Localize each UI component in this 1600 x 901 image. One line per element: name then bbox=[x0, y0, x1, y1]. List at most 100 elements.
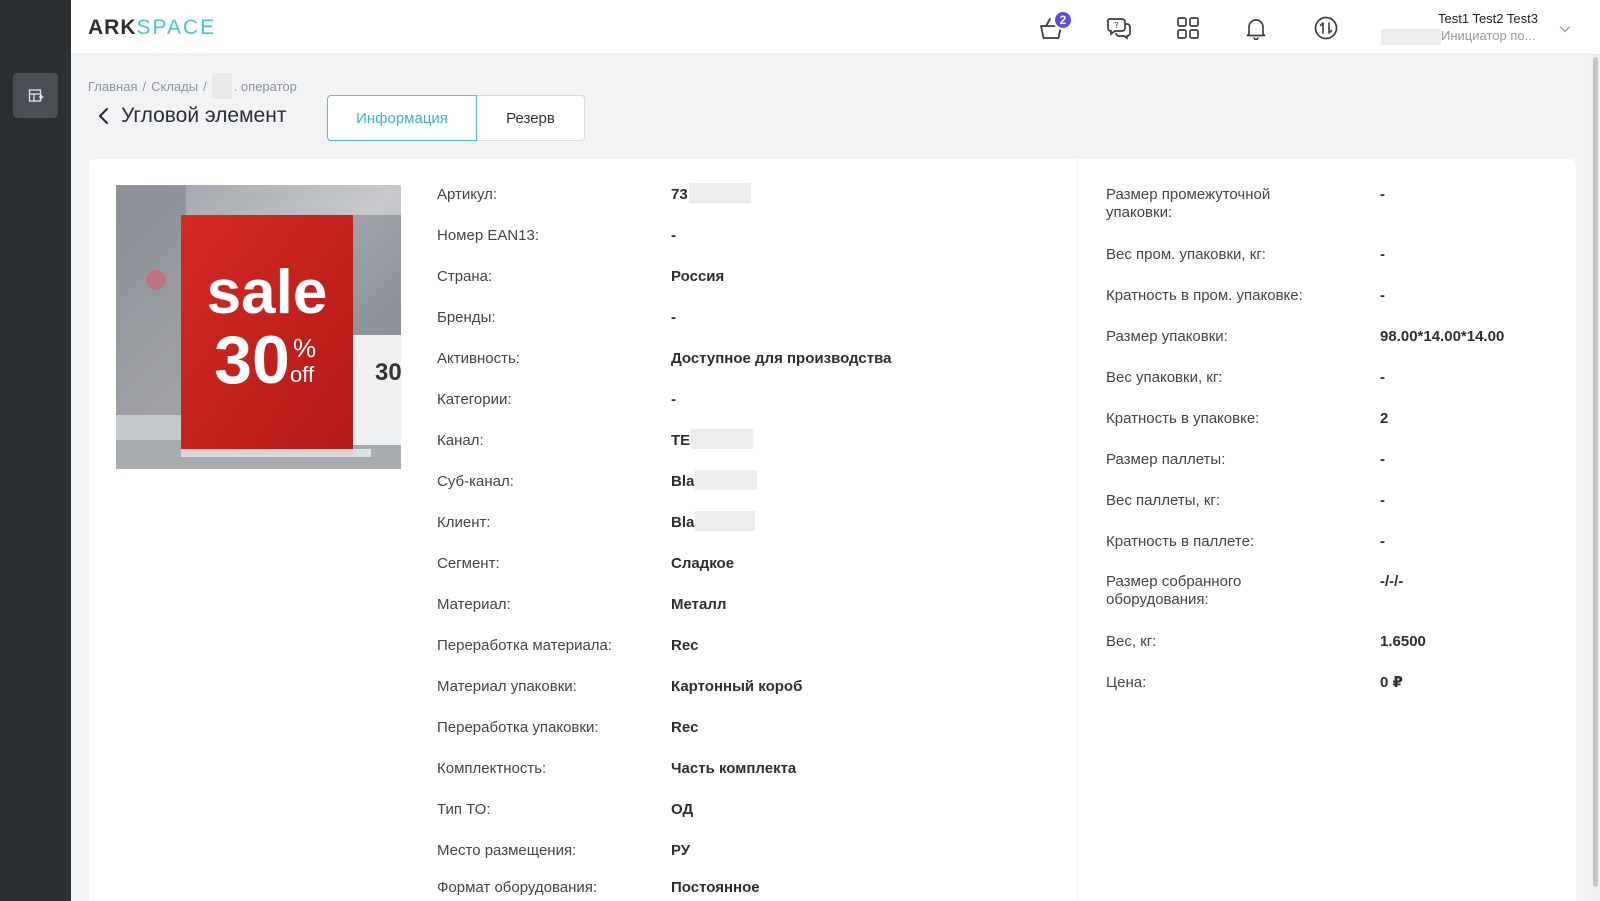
value-pack-size: 98.00*14.00*14.00 bbox=[1380, 328, 1505, 345]
label-categories: Категории: bbox=[437, 391, 512, 408]
value-equipment-format: Постоянное bbox=[671, 879, 760, 896]
value-pack-multiplicity: 2 bbox=[1380, 410, 1389, 427]
cart-count-badge: 2 bbox=[1053, 10, 1073, 30]
label-pallet-size: Размер паллеты: bbox=[1106, 451, 1226, 468]
value-packaging-recycling: Rec bbox=[671, 719, 699, 736]
label-article: Артикул: bbox=[437, 186, 498, 203]
value-redaction bbox=[688, 183, 751, 204]
value-assembled-size: -/-/- bbox=[1380, 573, 1404, 590]
svg-text:?: ? bbox=[1114, 21, 1118, 30]
value-ean13: - bbox=[671, 227, 676, 244]
label-pack-size: Размер упаковки: bbox=[1106, 328, 1228, 345]
value-placement: РУ bbox=[671, 842, 691, 859]
value-channel: TE bbox=[671, 429, 754, 450]
label-pallet-weight: Вес паллеты, кг: bbox=[1106, 492, 1221, 509]
brand-logo[interactable]: ARKSPACE bbox=[88, 16, 216, 40]
chevron-down-icon bbox=[1559, 26, 1571, 33]
label-subchannel: Суб-канал: bbox=[437, 473, 514, 490]
chat-bubbles-icon: ? bbox=[1106, 18, 1131, 40]
label-to-type: Тип ТО: bbox=[437, 801, 491, 818]
value-pallet-multiplicity: - bbox=[1380, 533, 1385, 550]
label-material-recycling: Переработка материала: bbox=[437, 637, 613, 654]
label-equipment-format: Формат оборудования: bbox=[437, 879, 598, 896]
tab-information[interactable]: Информация bbox=[327, 95, 477, 141]
column-divider bbox=[1077, 159, 1078, 901]
label-weight: Вес, кг: bbox=[1106, 633, 1157, 650]
page-scrollbar[interactable] bbox=[1591, 55, 1600, 901]
breadcrumb-redaction bbox=[211, 73, 232, 99]
value-packaging-material: Картонный короб bbox=[671, 678, 803, 695]
value-pack-weight: - bbox=[1380, 369, 1385, 386]
chevron-left-icon bbox=[98, 107, 109, 125]
breadcrumb-operator[interactable]: . оператор bbox=[234, 79, 297, 94]
value-subchannel: Bla bbox=[671, 470, 758, 491]
value-pallet-size: - bbox=[1380, 451, 1385, 468]
value-client: Bla bbox=[671, 511, 756, 532]
value-redaction bbox=[691, 429, 754, 450]
label-pallet-multiplicity: Кратность в паллете: bbox=[1106, 533, 1255, 550]
breadcrumb-warehouses[interactable]: Склады bbox=[151, 79, 198, 94]
sign-text-percent: % bbox=[293, 333, 316, 363]
sidebar-catalog-button[interactable] bbox=[13, 73, 58, 118]
brand-logo-part2: SPACE bbox=[136, 16, 217, 39]
product-photo: sale 30 % off 30 bbox=[116, 185, 401, 469]
label-packaging-material: Материал упаковки: bbox=[437, 678, 577, 695]
value-intermediate-pack-weight: - bbox=[1380, 246, 1385, 263]
label-intermediate-pack-multiplicity: Кратность в пром. упаковке: bbox=[1106, 287, 1303, 304]
value-intermediate-pack-multiplicity: - bbox=[1380, 287, 1385, 304]
value-pallet-weight: - bbox=[1380, 492, 1385, 509]
value-intermediate-pack-size: - bbox=[1380, 186, 1385, 203]
back-button[interactable] bbox=[93, 106, 113, 126]
top-bar: ARKSPACE 2 ? Test1 Test2 Test3 Инициатор… bbox=[71, 0, 1600, 55]
swap-circle-icon bbox=[1314, 16, 1338, 40]
label-placement: Место размещения: bbox=[437, 842, 577, 859]
value-article: 73 bbox=[671, 183, 751, 204]
cart-button[interactable]: 2 bbox=[1036, 10, 1073, 43]
value-weight: 1.6500 bbox=[1380, 633, 1426, 650]
notifications-button[interactable] bbox=[1241, 13, 1271, 43]
breadcrumb: Главная / Склады / . оператор bbox=[88, 73, 297, 99]
tabs: Информация Резерв bbox=[327, 95, 585, 141]
label-client: Клиент: bbox=[437, 514, 491, 531]
breadcrumb-home[interactable]: Главная bbox=[88, 79, 137, 94]
page-title: Угловой элемент bbox=[121, 104, 287, 127]
label-channel: Канал: bbox=[437, 432, 484, 449]
value-categories: - bbox=[671, 391, 676, 408]
breadcrumb-separator: / bbox=[142, 78, 147, 94]
label-packaging-recycling: Переработка упаковки: bbox=[437, 719, 599, 736]
support-chat-button[interactable]: ? bbox=[1104, 13, 1134, 43]
label-segment: Сегмент: bbox=[437, 555, 500, 572]
tab-reserve[interactable]: Резерв bbox=[477, 95, 585, 141]
value-activity: Доступное для производства bbox=[671, 350, 892, 367]
label-assembled-size: Размер собранного оборудования: bbox=[1106, 573, 1242, 608]
label-ean13: Номер EAN13: bbox=[437, 227, 540, 244]
user-name: Test1 Test2 Test3 bbox=[1438, 11, 1538, 26]
label-price: Цена: bbox=[1106, 674, 1147, 691]
scrollbar-thumb[interactable] bbox=[1593, 57, 1598, 887]
value-redaction bbox=[695, 511, 756, 532]
user-redaction bbox=[1381, 29, 1441, 45]
label-country: Страна: bbox=[437, 268, 493, 285]
label-activity: Активность: bbox=[437, 350, 520, 367]
sign-text-off: off bbox=[290, 362, 315, 387]
bell-icon bbox=[1246, 19, 1266, 40]
value-material: Металл bbox=[671, 596, 727, 613]
label-brands: Бренды: bbox=[437, 309, 496, 326]
value-price: 0 ₽ bbox=[1380, 674, 1403, 691]
label-completeness: Комплектность: bbox=[437, 760, 547, 777]
value-to-type: ОД bbox=[671, 801, 694, 818]
switch-role-button[interactable] bbox=[1311, 13, 1341, 43]
label-intermediate-pack-size: Размер промежуточной упаковки: bbox=[1106, 186, 1271, 221]
breadcrumb-separator: / bbox=[203, 78, 207, 94]
sign-text-sale: sale bbox=[207, 258, 328, 327]
apps-grid-button[interactable] bbox=[1173, 13, 1203, 43]
value-completeness: Часть комплекта bbox=[671, 760, 797, 777]
value-segment: Сладкое bbox=[671, 555, 735, 572]
sidebar bbox=[0, 0, 71, 901]
value-redaction bbox=[695, 470, 758, 491]
user-role: Инициатор по... bbox=[1441, 28, 1536, 43]
value-material-recycling: Rec bbox=[671, 637, 699, 654]
brand-logo-part1: ARK bbox=[88, 16, 137, 39]
sign-text-number: 30 bbox=[214, 322, 290, 398]
user-menu-chevron[interactable] bbox=[1559, 20, 1571, 38]
